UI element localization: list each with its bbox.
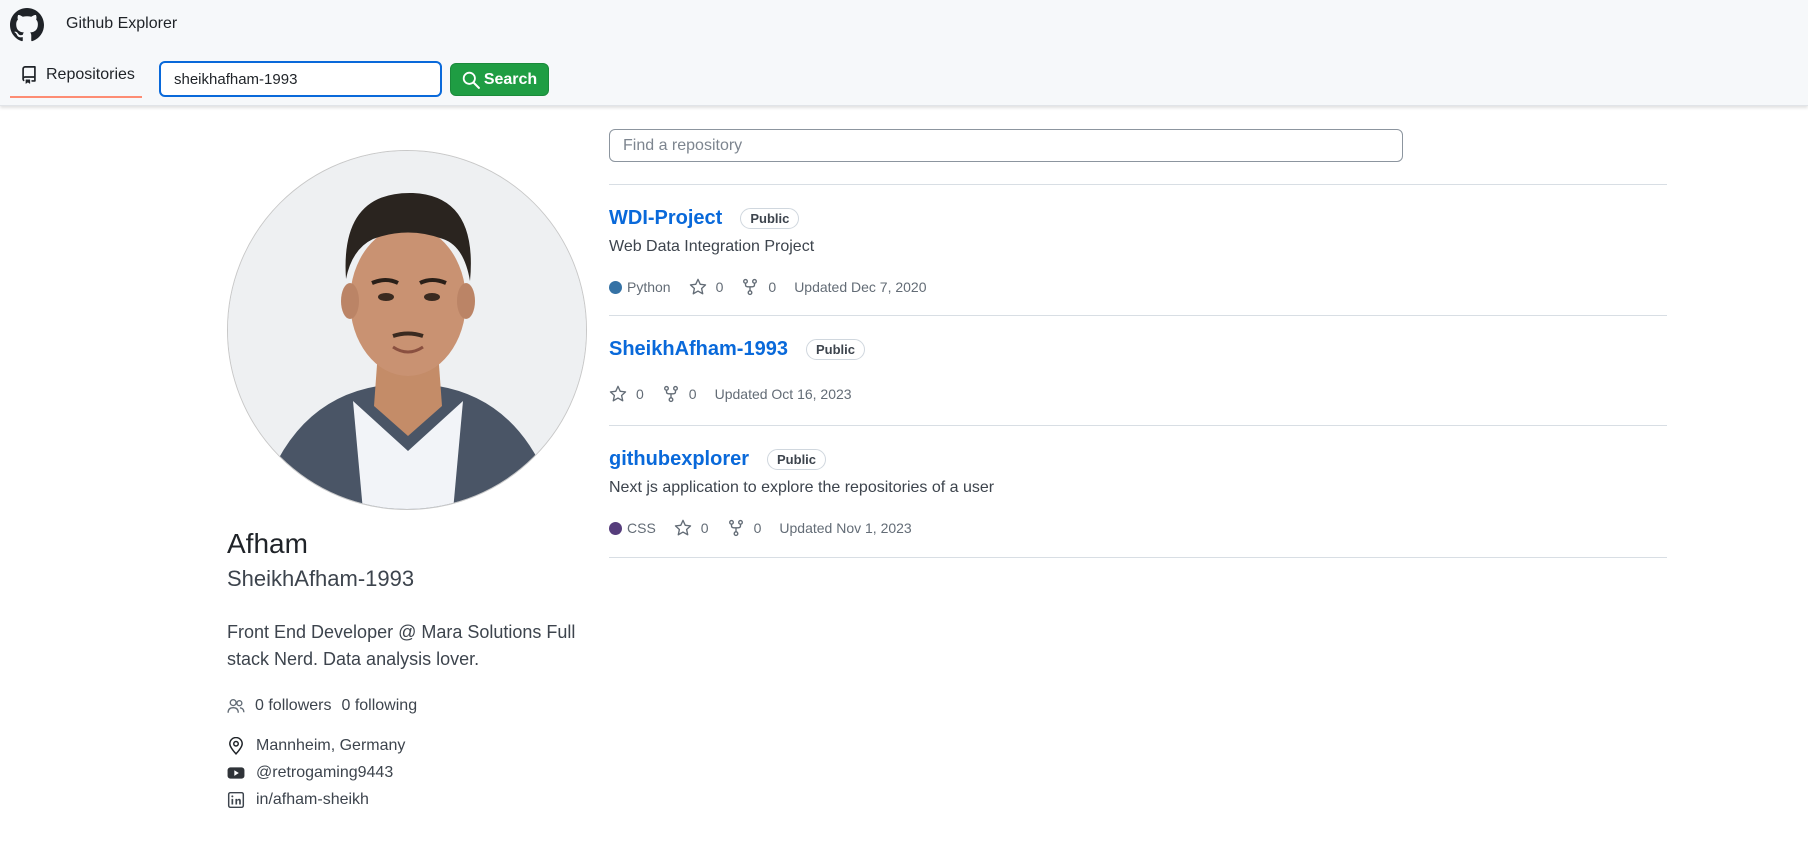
follow-stats: 0 followers 0 following xyxy=(227,697,417,715)
visibility-badge: Public xyxy=(740,208,800,229)
visibility-badge: Public xyxy=(805,339,865,360)
repo-name-link[interactable]: SheikhAfham-1993 xyxy=(609,338,788,361)
youtube-row: @retrogaming9443 xyxy=(227,764,393,782)
language-label: Python xyxy=(627,279,671,295)
profile-name: Afham xyxy=(227,528,308,559)
language-label: CSS xyxy=(627,520,656,536)
repo-language: Python xyxy=(609,279,671,295)
language-color-dot xyxy=(609,521,622,535)
repo-name-link[interactable]: WDI-Project xyxy=(609,207,722,230)
search-button[interactable]: Search xyxy=(450,63,549,96)
repo-meta: 0 0 Updated Oct 16, 2023 xyxy=(609,385,1667,403)
linkedin-icon xyxy=(227,791,245,809)
repo-description: Web Data Integration Project xyxy=(609,238,815,255)
repo-updated: Updated Oct 16, 2023 xyxy=(714,386,852,402)
repo-item: SheikhAfham-1993 Public 0 0 Updated Oct … xyxy=(609,338,1667,403)
repo-filter-input[interactable] xyxy=(609,129,1403,162)
top-header: Github Explorer Repositories Search xyxy=(0,0,1808,106)
fork-icon xyxy=(663,385,678,403)
star-icon xyxy=(609,385,627,402)
linkedin-link[interactable]: in/afham-sheikh xyxy=(256,791,369,809)
fork-icon xyxy=(728,519,743,537)
repo-stars[interactable]: 0 xyxy=(609,385,644,403)
repo-updated: Updated Dec 7, 2020 xyxy=(794,279,927,295)
repo-stars[interactable]: 0 xyxy=(674,519,709,537)
avatar-photo xyxy=(228,151,586,509)
forks-count: 0 xyxy=(688,386,697,402)
repo-description: Next js application to explore the repos… xyxy=(609,479,995,496)
divider xyxy=(609,557,1667,558)
repo-meta: CSS 0 0 Updated Nov 1, 2023 xyxy=(609,519,1667,537)
forks-count: 0 xyxy=(753,520,762,536)
stars-count: 0 xyxy=(636,386,644,402)
youtube-link[interactable]: @retrogaming9443 xyxy=(256,764,393,782)
youtube-icon xyxy=(227,767,245,779)
fork-icon xyxy=(743,278,758,296)
stars-count: 0 xyxy=(700,520,709,536)
repo-name-link[interactable]: githubexplorer xyxy=(609,448,749,471)
followers-link[interactable]: 0 followers xyxy=(255,697,331,715)
divider xyxy=(609,184,1667,185)
linkedin-row: in/afham-sheikh xyxy=(227,791,369,809)
github-logo-icon[interactable] xyxy=(10,8,44,42)
repo-updated: Updated Nov 1, 2023 xyxy=(779,520,912,536)
language-color-dot xyxy=(609,280,622,294)
location-row: Mannheim, Germany xyxy=(227,737,405,755)
divider xyxy=(609,315,1667,316)
search-icon xyxy=(462,71,480,89)
repo-item: WDI-Project Public Web Data Integration … xyxy=(609,207,1667,296)
username-search-input[interactable] xyxy=(159,61,442,97)
profile-bio: Front End Developer @ Mara Solutions Ful… xyxy=(227,622,576,669)
location-pin-icon xyxy=(229,737,243,755)
repo-stars[interactable]: 0 xyxy=(689,278,724,296)
repo-forks[interactable]: 0 xyxy=(727,519,762,537)
star-icon xyxy=(689,278,706,295)
profile-login: SheikhAfham-1993 xyxy=(227,566,415,591)
repo-item: githubexplorer Public Next js applicatio… xyxy=(609,448,1667,537)
star-icon xyxy=(674,519,692,536)
people-icon xyxy=(227,699,245,713)
search-button-label: Search xyxy=(483,70,538,88)
book-icon xyxy=(22,66,36,84)
repo-language: CSS xyxy=(609,520,656,536)
stars-count: 0 xyxy=(715,279,724,295)
tab-repositories[interactable]: Repositories xyxy=(10,58,142,98)
app-title: Github Explorer xyxy=(66,15,178,32)
repo-forks[interactable]: 0 xyxy=(741,278,776,296)
repo-meta: Python 0 0 Updated Dec 7, 2020 xyxy=(609,278,1667,296)
location-text: Mannheim, Germany xyxy=(256,737,406,754)
avatar xyxy=(227,150,587,510)
divider xyxy=(609,425,1667,426)
tab-repositories-label: Repositories xyxy=(46,66,135,83)
visibility-badge: Public xyxy=(767,449,827,470)
repo-forks[interactable]: 0 xyxy=(662,385,697,403)
following-link[interactable]: 0 following xyxy=(341,697,417,715)
forks-count: 0 xyxy=(768,279,777,295)
